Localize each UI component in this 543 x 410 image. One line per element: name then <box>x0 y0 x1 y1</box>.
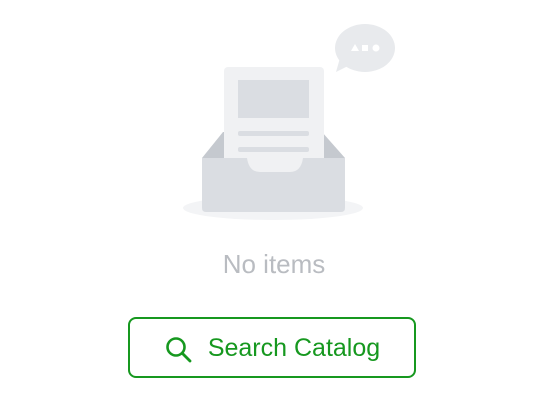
chat-bubble-icon <box>335 24 395 72</box>
search-catalog-button[interactable]: Search Catalog <box>128 317 416 378</box>
empty-message: No items <box>222 249 326 279</box>
search-icon <box>166 336 192 362</box>
empty-inbox-illustration <box>183 24 395 220</box>
empty-state: No items Search Catalog <box>0 0 543 410</box>
search-catalog-label: Search Catalog <box>207 333 381 362</box>
